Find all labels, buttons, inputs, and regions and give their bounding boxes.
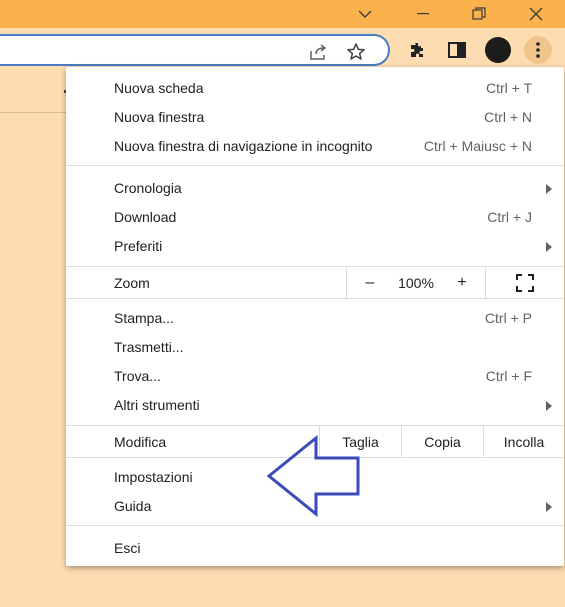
menu-item-new-window[interactable]: Nuova finestra Ctrl + N bbox=[66, 103, 564, 132]
close-button[interactable] bbox=[514, 0, 558, 28]
submenu-arrow-icon bbox=[546, 502, 552, 512]
zoom-row: Zoom – 100% + bbox=[66, 267, 564, 298]
title-bar bbox=[0, 0, 565, 28]
menu-item-bookmarks[interactable]: Preferiti bbox=[66, 232, 564, 261]
menu-item-new-tab[interactable]: Nuova scheda Ctrl + T bbox=[66, 74, 564, 103]
menu-item-shortcut: Ctrl + P bbox=[484, 310, 532, 326]
profile-button[interactable] bbox=[484, 36, 512, 64]
close-icon bbox=[529, 7, 543, 21]
extensions-button[interactable] bbox=[403, 36, 431, 64]
zoom-label: Zoom bbox=[114, 275, 150, 291]
more-menu-icon bbox=[536, 42, 540, 58]
menu-item-label: Altri strumenti bbox=[114, 397, 200, 413]
menu-item-label: Esci bbox=[114, 540, 141, 556]
menu-item-label: Nuova finestra bbox=[114, 109, 205, 125]
page-divider bbox=[0, 112, 70, 113]
paste-button[interactable]: Incolla bbox=[483, 426, 564, 457]
zoom-value: 100% bbox=[398, 274, 434, 291]
side-panel-button[interactable] bbox=[443, 36, 471, 64]
menu-item-label: Download bbox=[114, 209, 177, 225]
menu-item-label: Stampa... bbox=[114, 310, 174, 326]
zoom-out-button[interactable]: – bbox=[347, 267, 393, 298]
menu-separator bbox=[66, 298, 564, 299]
restore-button[interactable] bbox=[457, 0, 501, 28]
side-panel-icon bbox=[448, 42, 466, 58]
more-menu-button[interactable] bbox=[524, 36, 552, 64]
copy-button[interactable]: Copia bbox=[401, 426, 483, 457]
menu-item-shortcut: Ctrl + Maiusc + N bbox=[423, 138, 532, 154]
menu-item-shortcut: Ctrl + N bbox=[484, 109, 532, 125]
menu-item-label: Trova... bbox=[114, 368, 161, 384]
fullscreen-icon bbox=[516, 273, 534, 292]
menu-item-find[interactable]: Trova... Ctrl + F bbox=[66, 362, 564, 391]
copy-label: Copia bbox=[424, 433, 461, 450]
profile-avatar bbox=[485, 37, 511, 63]
menu-item-label: Impostazioni bbox=[114, 469, 193, 485]
zoom-level: 100% bbox=[393, 267, 439, 298]
minimize-button[interactable] bbox=[343, 0, 387, 28]
minimize-icon bbox=[358, 10, 372, 18]
minimize-line-icon bbox=[417, 13, 429, 15]
menu-separator bbox=[66, 165, 564, 166]
menu-item-exit[interactable]: Esci bbox=[66, 534, 564, 563]
extensions-icon bbox=[411, 43, 423, 57]
menu-item-downloads[interactable]: Download Ctrl + J bbox=[66, 203, 564, 232]
annotation-arrow-icon bbox=[266, 434, 360, 518]
menu-item-label: Preferiti bbox=[114, 238, 163, 254]
menu-item-label: Nuova finestra di navigazione in incogni… bbox=[114, 138, 373, 154]
address-bar[interactable] bbox=[0, 34, 390, 66]
minimize-window-button[interactable] bbox=[401, 0, 445, 28]
menu-item-new-incognito-window[interactable]: Nuova finestra di navigazione in incogni… bbox=[66, 132, 564, 161]
zoom-out-label: – bbox=[365, 273, 375, 291]
paste-label: Incolla bbox=[503, 433, 545, 450]
zoom-in-button[interactable]: + bbox=[439, 267, 485, 298]
menu-item-shortcut: Ctrl + T bbox=[485, 80, 532, 96]
submenu-arrow-icon bbox=[546, 242, 552, 252]
menu-item-more-tools[interactable]: Altri strumenti bbox=[66, 391, 564, 420]
share-icon bbox=[310, 44, 327, 60]
submenu-arrow-icon bbox=[546, 401, 552, 411]
restore-icon bbox=[472, 7, 486, 20]
menu-item-shortcut: Ctrl + F bbox=[485, 368, 532, 384]
menu-item-label: Nuova scheda bbox=[114, 80, 204, 96]
bookmark-star-icon bbox=[347, 43, 365, 60]
edit-label: Modifica bbox=[114, 434, 167, 450]
fullscreen-button[interactable] bbox=[486, 267, 564, 298]
zoom-in-label: + bbox=[457, 273, 467, 291]
submenu-arrow-icon bbox=[546, 184, 552, 194]
menu-item-label: Trasmetti... bbox=[114, 339, 184, 355]
menu-item-cast[interactable]: Trasmetti... bbox=[66, 333, 564, 362]
menu-separator bbox=[66, 525, 564, 526]
menu-item-label: Guida bbox=[114, 498, 152, 514]
share-button[interactable] bbox=[306, 40, 330, 64]
menu-item-print[interactable]: Stampa... Ctrl + P bbox=[66, 304, 564, 333]
menu-item-history[interactable]: Cronologia bbox=[66, 174, 564, 203]
menu-item-label: Cronologia bbox=[114, 180, 182, 196]
menu-item-shortcut: Ctrl + J bbox=[487, 209, 532, 225]
bookmark-button[interactable] bbox=[344, 40, 368, 64]
browser-toolbar bbox=[0, 28, 565, 72]
